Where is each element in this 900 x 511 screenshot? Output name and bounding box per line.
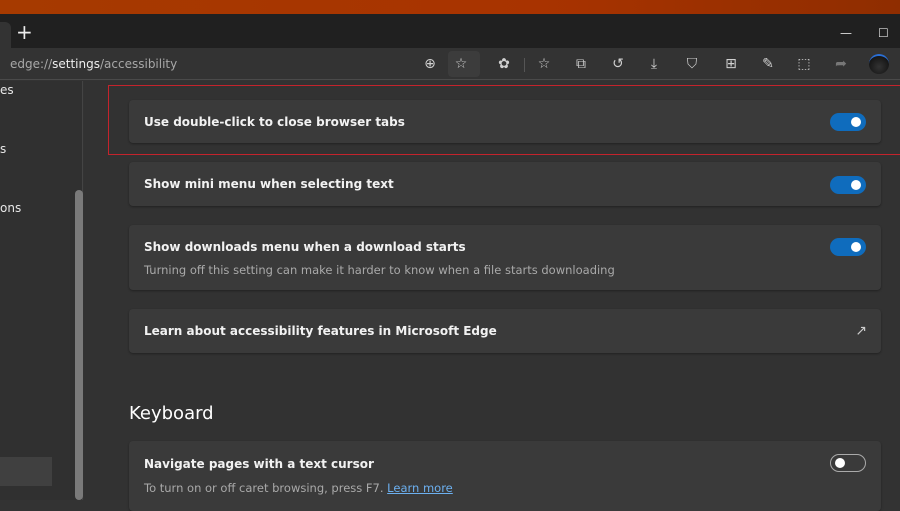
setting-title: Navigate pages with a text cursor [144,457,374,471]
zoom-icon[interactable]: ⊕ [422,56,438,72]
learn-accessibility-link[interactable]: Learn about accessibility features in Mi… [129,309,881,353]
sidebar-item[interactable]: ons [0,201,21,215]
extensions-icon[interactable]: ✿ [496,56,512,72]
learn-more-link[interactable]: Learn more [387,481,453,495]
toolbar-divider [524,58,525,72]
collections-icon[interactable]: ⧉ [573,56,589,72]
toggle-caret-browsing[interactable] [830,454,866,472]
setting-title: Learn about accessibility features in Mi… [144,324,497,338]
section-heading-keyboard: Keyboard [129,403,214,424]
caret-description: To turn on or off caret browsing, press … [144,481,384,495]
address-bar[interactable]: edge://settings/accessibility [10,57,177,71]
url-path: /accessibility [100,57,178,71]
favorites-icon[interactable]: ☆ [536,56,552,72]
url-host: settings [52,57,100,71]
sidebar-item[interactable]: es [0,83,14,97]
tab-strip: + — ☐ [0,14,900,48]
sidebar-item-selected[interactable] [0,457,52,486]
sidebar-item[interactable]: s [0,142,6,156]
share-icon[interactable]: ➦ [833,56,849,72]
profile-avatar[interactable] [869,54,889,74]
toggle-mini-menu[interactable] [830,176,866,194]
setting-title: Show downloads menu when a download star… [144,240,466,254]
title-bar [0,0,900,14]
maximize-button[interactable]: ☐ [878,26,889,40]
toggle-downloads-menu[interactable] [830,238,866,256]
setting-description: Turning off this setting can make it har… [144,263,615,277]
apps-icon[interactable]: ⊞ [723,56,739,72]
downloads-icon[interactable]: ⤓ [646,56,662,72]
browser-tab[interactable] [0,22,11,48]
external-link-icon: ↗ [855,323,867,339]
setting-double-click-close: Use double-click to close browser tabs [129,100,881,143]
setting-description: To turn on or off caret browsing, press … [144,481,453,495]
minimize-button[interactable]: — [840,26,852,40]
web-capture-icon[interactable]: ✎ [760,56,776,72]
browser-essentials-icon[interactable]: ⛉ [684,56,700,72]
new-tab-button[interactable]: + [16,22,33,42]
toggle-double-click-close[interactable] [830,113,866,131]
setting-title: Use double-click to close browser tabs [144,115,405,129]
screenshot-icon[interactable]: ⬚ [796,56,812,72]
setting-mini-menu: Show mini menu when selecting text [129,162,881,206]
url-prefix: edge:// [10,57,53,71]
setting-caret-browsing: Navigate pages with a text cursor To tur… [129,441,881,511]
settings-sidebar [0,81,83,500]
history-icon[interactable]: ↺ [610,56,626,72]
sidebar-scrollbar[interactable] [75,190,83,500]
setting-downloads-menu: Show downloads menu when a download star… [129,225,881,290]
favorite-add-icon[interactable]: ☆ [453,56,469,72]
setting-title: Show mini menu when selecting text [144,177,394,191]
address-bar-row: edge://settings/accessibility ⊕ ☆ ✿ ☆ ⧉ … [0,48,900,80]
